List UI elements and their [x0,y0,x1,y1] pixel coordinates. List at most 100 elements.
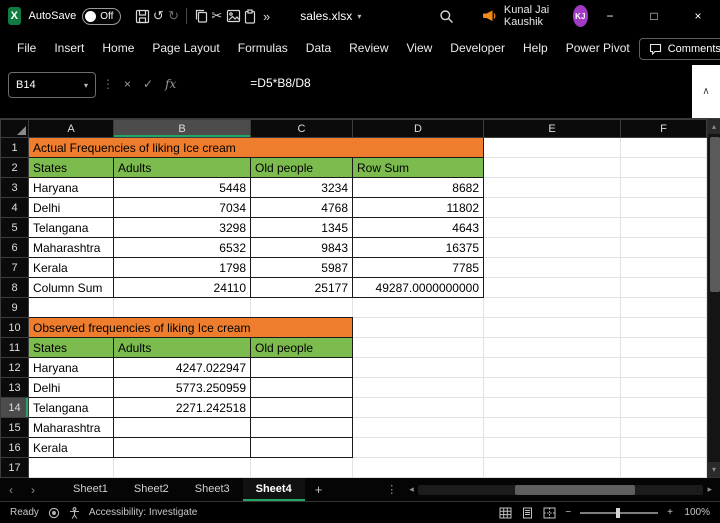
cell[interactable]: Telangana [29,218,114,238]
page-break-view-icon[interactable] [543,507,556,519]
vertical-scrollbar[interactable]: ▴ ▾ [707,119,720,477]
insert-function-icon[interactable]: fx [159,77,182,91]
cell[interactable] [353,338,484,358]
row-header-13[interactable]: 13 [1,378,29,398]
cell[interactable] [621,318,707,338]
cell[interactable] [29,458,114,478]
clipboard-icon[interactable] [243,5,258,27]
cell[interactable]: 4247.022947 [114,358,251,378]
formula-input[interactable]: =D5*B8/D8 [182,65,692,118]
normal-view-icon[interactable] [499,507,512,519]
collapse-formula-bar-icon[interactable]: ∧ [692,65,720,118]
cell[interactable] [621,438,707,458]
cell[interactable] [484,238,621,258]
megaphone-icon[interactable] [482,5,497,27]
cell[interactable]: 5773.250959 [114,378,251,398]
redo-icon[interactable]: ↻ [166,8,181,24]
column-header-A[interactable]: A [29,120,114,138]
cell[interactable] [621,418,707,438]
close-button[interactable]: × [676,0,720,32]
cell[interactable] [251,418,353,438]
cell[interactable] [251,458,353,478]
row-header-8[interactable]: 8 [1,278,29,298]
menu-home[interactable]: Home [93,32,143,65]
cell[interactable] [484,358,621,378]
cell[interactable]: 6532 [114,238,251,258]
cell[interactable] [484,438,621,458]
column-header-B[interactable]: B [114,120,251,138]
cell[interactable] [621,258,707,278]
select-all-corner[interactable] [1,120,29,138]
row-header-10[interactable]: 10 [1,318,29,338]
zoom-out-icon[interactable]: − [565,507,571,518]
row-header-17[interactable]: 17 [1,458,29,478]
cell[interactable] [621,138,707,158]
tab-sheet3[interactable]: Sheet3 [182,478,243,501]
name-box-dropdown-icon[interactable]: ▾ [84,81,88,90]
zoom-level[interactable]: 100% [682,507,710,518]
scroll-left-icon[interactable]: ◂ [405,484,418,495]
enter-icon[interactable]: ✓ [137,77,159,91]
cell[interactable]: 3298 [114,218,251,238]
accessibility-status[interactable]: Accessibility: Investigate [89,507,197,518]
name-box[interactable]: B14 ▾ [8,72,96,98]
copy-icon[interactable] [193,5,208,27]
menu-file[interactable]: File [8,32,45,65]
cell[interactable] [251,398,353,418]
sheet-nav-prev-icon[interactable]: ‹ [0,483,22,497]
cell[interactable] [114,438,251,458]
undo-icon[interactable]: ↺ [151,8,166,24]
autosave-toggle[interactable]: Off [82,8,121,25]
toolbar-overflow-icon[interactable]: » [259,9,274,24]
menu-power-pivot[interactable]: Power Pivot [557,32,639,65]
cell[interactable] [251,378,353,398]
cell[interactable] [621,158,707,178]
cell[interactable] [353,418,484,438]
sheet-options-icon[interactable]: ⋮ [386,483,397,496]
scroll-down-icon[interactable]: ▾ [708,462,720,477]
cell[interactable]: 1345 [251,218,353,238]
cell[interactable] [251,298,353,318]
cell[interactable]: Adults [114,158,251,178]
menu-developer[interactable]: Developer [441,32,514,65]
cell[interactable] [484,198,621,218]
row-header-15[interactable]: 15 [1,418,29,438]
comments-button[interactable]: Comments [639,38,720,60]
cell[interactable] [621,458,707,478]
cell[interactable]: 7785 [353,258,484,278]
cell[interactable]: Kerala [29,258,114,278]
cell[interactable] [251,358,353,378]
new-sheet-button[interactable]: + [305,482,333,497]
cell[interactable] [484,218,621,238]
menu-page-layout[interactable]: Page Layout [143,32,228,65]
cell[interactable] [621,198,707,218]
cell[interactable] [353,378,484,398]
cell[interactable] [251,438,353,458]
cell[interactable]: 1798 [114,258,251,278]
cell[interactable] [353,458,484,478]
cell[interactable]: 16375 [353,238,484,258]
vertical-scrollbar-thumb[interactable] [710,137,720,292]
cell[interactable]: Maharashtra [29,418,114,438]
page-layout-view-icon[interactable] [521,507,534,519]
cell[interactable] [353,318,484,338]
horizontal-scrollbar-track[interactable] [418,485,704,495]
cell[interactable] [484,418,621,438]
tab-sheet4[interactable]: Sheet4 [243,478,305,501]
row-header-3[interactable]: 3 [1,178,29,198]
cell[interactable]: Adults [114,338,251,358]
zoom-in-icon[interactable]: + [667,507,673,518]
image-icon[interactable] [225,5,240,27]
cell[interactable]: Delhi [29,378,114,398]
save-icon[interactable] [134,5,149,27]
scroll-right-icon[interactable]: ▸ [703,484,716,495]
cancel-icon[interactable]: × [118,77,137,91]
cell[interactable] [484,158,621,178]
row-header-6[interactable]: 6 [1,238,29,258]
cell[interactable] [621,178,707,198]
cell[interactable]: 49287.0000000000 [353,278,484,298]
cell[interactable]: 5448 [114,178,251,198]
cell[interactable]: States [29,158,114,178]
cell[interactable] [621,338,707,358]
row-header-14[interactable]: 14 [1,398,29,418]
